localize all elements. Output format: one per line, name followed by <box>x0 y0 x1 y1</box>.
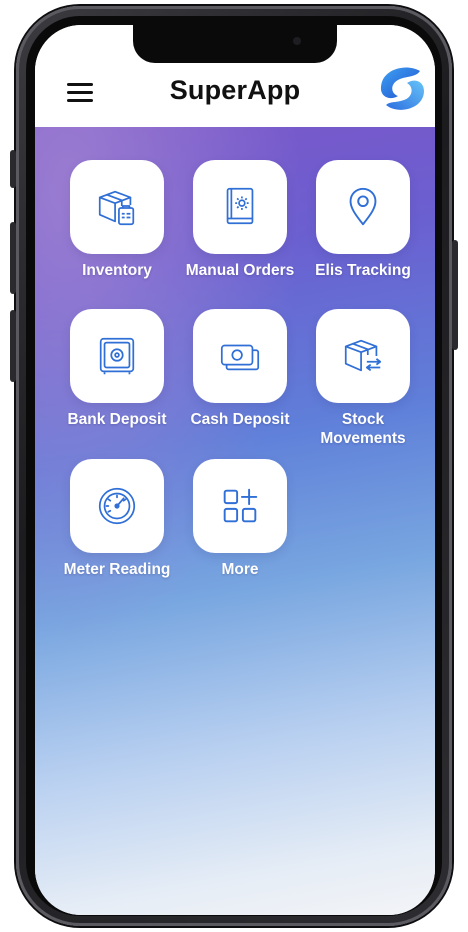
safe-icon <box>99 337 135 375</box>
hamburger-menu-icon[interactable] <box>67 80 97 104</box>
tile-more-box[interactable] <box>193 459 287 553</box>
device-mockup: SuperApp Inventory Manual Orders Elis Tr… <box>0 0 468 932</box>
grid-plus-icon <box>223 488 258 523</box>
tile-cash-deposit-label: Cash Deposit <box>190 411 290 428</box>
book-gear-icon <box>226 187 254 225</box>
box-clipboard-icon <box>98 190 135 226</box>
tile-meter-reading-box[interactable] <box>70 459 164 553</box>
tile-stock-movements-box[interactable] <box>316 309 410 403</box>
tile-manual-orders-box[interactable] <box>193 160 287 254</box>
tile-elis-tracking-label: Elis Tracking <box>315 262 411 279</box>
location-pin-icon <box>349 187 377 226</box>
tile-cash-deposit-box[interactable] <box>193 309 287 403</box>
tile-manual-orders[interactable]: Manual Orders <box>178 160 302 280</box>
tile-manual-orders-label: Manual Orders <box>185 262 295 279</box>
tile-bank-deposit-label: Bank Deposit <box>67 411 167 428</box>
tile-meter-reading-label: Meter Reading <box>63 561 171 578</box>
volume-up-button <box>10 222 16 294</box>
tile-cash-deposit[interactable]: Cash Deposit <box>178 309 302 429</box>
volume-down-button <box>10 310 16 382</box>
tile-more-label: More <box>221 561 259 578</box>
superapp-logo-icon[interactable] <box>376 63 428 115</box>
notch <box>133 25 337 63</box>
mute-switch <box>10 150 16 188</box>
tile-bank-deposit-box[interactable] <box>70 309 164 403</box>
tile-stock-movements-label: Stock Movements <box>320 411 406 447</box>
tile-bank-deposit[interactable]: Bank Deposit <box>55 309 179 429</box>
tile-meter-reading[interactable]: Meter Reading <box>55 459 179 579</box>
tile-inventory-box[interactable] <box>70 160 164 254</box>
tile-elis-tracking[interactable]: Elis Tracking <box>301 160 425 280</box>
tile-stock-movements[interactable]: Stock Movements <box>301 309 425 448</box>
gauge-icon <box>98 487 136 525</box>
front-camera <box>293 37 301 45</box>
cash-icon <box>220 344 260 371</box>
power-button <box>452 240 458 350</box>
tile-elis-tracking-box[interactable] <box>316 160 410 254</box>
app-screen: SuperApp Inventory Manual Orders Elis Tr… <box>35 25 435 915</box>
home-grid: Inventory Manual Orders Elis Tracking Ba… <box>35 127 435 915</box>
tile-inventory[interactable]: Inventory <box>55 160 179 280</box>
tile-more[interactable]: More <box>178 459 302 579</box>
box-arrows-icon <box>344 339 382 372</box>
tile-inventory-label: Inventory <box>82 262 152 279</box>
